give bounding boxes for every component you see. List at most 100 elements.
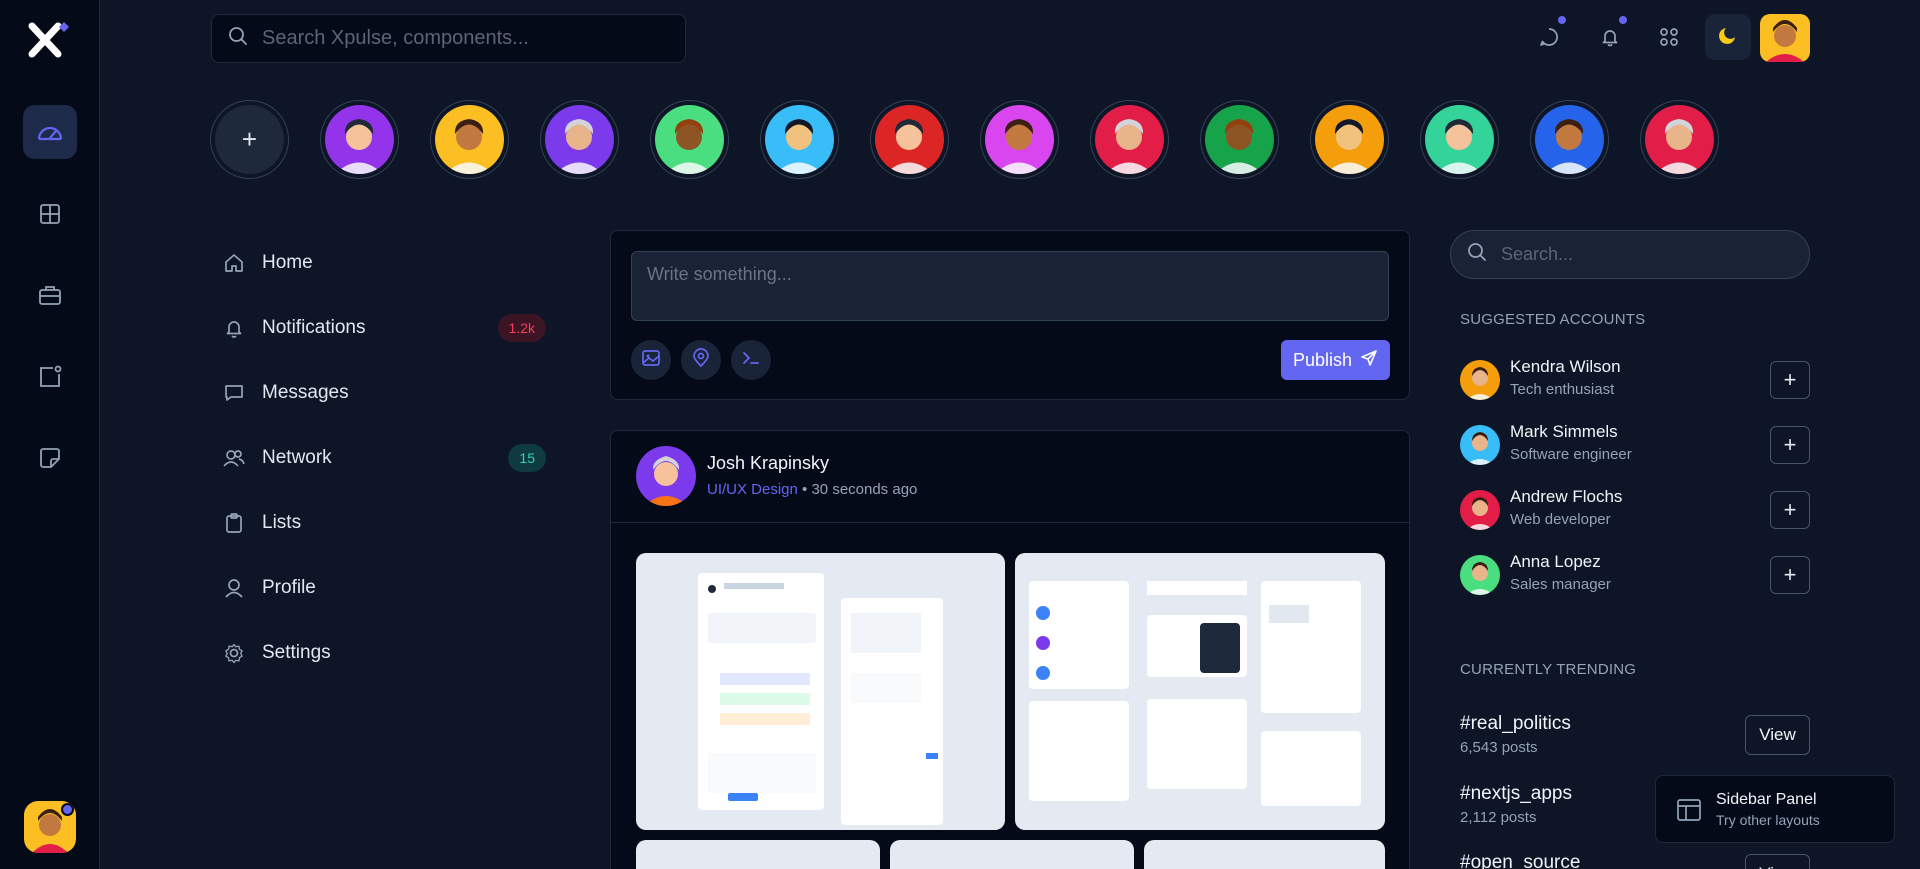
sticky-note-icon[interactable] bbox=[23, 431, 77, 485]
map-pin-icon bbox=[691, 347, 711, 373]
unread-dot bbox=[1619, 16, 1627, 24]
user-avatar[interactable] bbox=[24, 801, 76, 853]
grid-icon[interactable] bbox=[23, 187, 77, 241]
account-avatar[interactable] bbox=[1460, 360, 1500, 400]
account-avatar[interactable] bbox=[1760, 14, 1810, 62]
post-author-name[interactable]: Josh Krapinsky bbox=[707, 453, 829, 474]
messages-icon[interactable] bbox=[1534, 16, 1566, 52]
follow-button[interactable]: + bbox=[1770, 556, 1810, 594]
story-avatar[interactable] bbox=[760, 100, 839, 179]
global-search-input[interactable] bbox=[262, 27, 662, 50]
account-avatar[interactable] bbox=[1460, 555, 1500, 595]
story-avatar-image bbox=[545, 105, 614, 174]
bell-icon[interactable] bbox=[1595, 16, 1627, 52]
send-icon bbox=[1360, 349, 1378, 372]
story-avatar[interactable] bbox=[320, 100, 399, 179]
publish-label: Publish bbox=[1292, 349, 1353, 370]
post-image[interactable] bbox=[636, 840, 880, 869]
stories-bar: + bbox=[210, 100, 1719, 179]
suggested-account: Kendra Wilson Tech enthusiast + bbox=[1460, 355, 1810, 405]
post-image[interactable] bbox=[890, 840, 1134, 869]
story-avatar-image bbox=[1315, 105, 1384, 174]
main-menu: Home Notifications 1.2k Messages Network… bbox=[220, 230, 550, 685]
menu-item-settings[interactable]: Settings bbox=[220, 620, 550, 685]
post-image[interactable] bbox=[1144, 840, 1385, 869]
apps-grid-icon[interactable] bbox=[1654, 22, 1684, 52]
sidebar-search-input[interactable] bbox=[1501, 244, 1781, 265]
menu-label: Lists bbox=[262, 511, 302, 533]
suggested-accounts-title: SUGGESTED ACCOUNTS bbox=[1460, 311, 1646, 328]
menu-item-notifications[interactable]: Notifications 1.2k bbox=[220, 295, 550, 360]
view-trend-button[interactable]: View bbox=[1745, 715, 1810, 755]
account-role: Software engineer bbox=[1510, 446, 1632, 463]
story-avatar[interactable] bbox=[1310, 100, 1389, 179]
account-avatar[interactable] bbox=[1460, 425, 1500, 465]
post-meta: UI/UX Design • 30 seconds ago bbox=[707, 481, 917, 498]
follow-button[interactable]: + bbox=[1770, 491, 1810, 529]
story-avatar[interactable] bbox=[870, 100, 949, 179]
trending-title: CURRENTLY TRENDING bbox=[1460, 661, 1637, 678]
account-name[interactable]: Kendra Wilson bbox=[1510, 357, 1621, 377]
suggested-account: Andrew Flochs Web developer + bbox=[1460, 485, 1810, 535]
story-avatar-image bbox=[1645, 105, 1714, 174]
suggested-account: Anna Lopez Sales manager + bbox=[1460, 550, 1810, 600]
network-count-badge: 15 bbox=[508, 443, 546, 472]
layout-icon bbox=[1676, 798, 1702, 827]
story-avatar[interactable] bbox=[540, 100, 619, 179]
post-text-input[interactable] bbox=[631, 251, 1389, 321]
author-avatar[interactable] bbox=[636, 446, 696, 506]
menu-item-lists[interactable]: Lists bbox=[220, 490, 550, 555]
menu-item-profile[interactable]: Profile bbox=[220, 555, 550, 620]
terminal-icon bbox=[741, 348, 761, 373]
account-name[interactable]: Anna Lopez bbox=[1510, 552, 1601, 572]
menu-item-home[interactable]: Home bbox=[220, 230, 550, 295]
account-name[interactable]: Andrew Flochs bbox=[1510, 487, 1622, 507]
search-icon bbox=[228, 26, 248, 51]
menu-item-network[interactable]: Network 15 bbox=[220, 425, 550, 490]
search-icon bbox=[1467, 242, 1487, 267]
post-image[interactable] bbox=[636, 553, 1005, 830]
view-trend-button[interactable]: View bbox=[1745, 854, 1810, 869]
location-button[interactable] bbox=[681, 340, 721, 380]
briefcase-icon[interactable] bbox=[23, 268, 77, 322]
post-composer: Publish bbox=[610, 230, 1410, 400]
post-image[interactable] bbox=[1015, 553, 1385, 830]
story-avatar[interactable] bbox=[980, 100, 1059, 179]
post-timestamp: • 30 seconds ago bbox=[797, 481, 918, 498]
add-story-button[interactable]: + bbox=[210, 100, 289, 179]
clipboard-icon bbox=[220, 512, 248, 534]
menu-label: Notifications bbox=[262, 316, 366, 338]
story-avatar[interactable] bbox=[1530, 100, 1609, 179]
code-button[interactable] bbox=[731, 340, 771, 380]
story-avatar-image bbox=[325, 105, 394, 174]
notifications-count-badge: 1.2k bbox=[497, 313, 546, 342]
plus-icon: + bbox=[1783, 432, 1797, 457]
story-avatar[interactable] bbox=[1640, 100, 1719, 179]
story-avatar-image bbox=[1425, 105, 1494, 174]
account-name[interactable]: Mark Simmels bbox=[1510, 422, 1618, 442]
panel-subtitle: Try other layouts bbox=[1716, 812, 1820, 828]
sidebar-search bbox=[1450, 230, 1810, 279]
story-avatar[interactable] bbox=[1200, 100, 1279, 179]
publish-button[interactable]: Publish bbox=[1281, 340, 1390, 380]
story-avatar-image bbox=[435, 105, 504, 174]
post-category-tag[interactable]: UI/UX Design bbox=[707, 481, 798, 498]
account-role: Tech enthusiast bbox=[1510, 381, 1615, 398]
theme-toggle-button[interactable] bbox=[1705, 14, 1751, 60]
follow-button[interactable]: + bbox=[1770, 361, 1810, 399]
new-post-icon[interactable] bbox=[23, 350, 77, 404]
left-rail bbox=[0, 0, 100, 869]
story-avatar[interactable] bbox=[1090, 100, 1169, 179]
menu-label: Settings bbox=[262, 641, 331, 663]
follow-button[interactable]: + bbox=[1770, 426, 1810, 464]
dashboard-icon[interactable] bbox=[23, 105, 77, 159]
story-avatar[interactable] bbox=[650, 100, 729, 179]
sidebar-panel-toast[interactable]: Sidebar Panel Try other layouts bbox=[1655, 775, 1895, 843]
story-avatar[interactable] bbox=[430, 100, 509, 179]
account-avatar[interactable] bbox=[1460, 490, 1500, 530]
app-logo[interactable] bbox=[28, 20, 72, 60]
story-avatar[interactable] bbox=[1420, 100, 1499, 179]
menu-item-messages[interactable]: Messages bbox=[220, 360, 550, 425]
image-upload-button[interactable] bbox=[631, 340, 671, 380]
menu-label: Messages bbox=[262, 381, 349, 403]
